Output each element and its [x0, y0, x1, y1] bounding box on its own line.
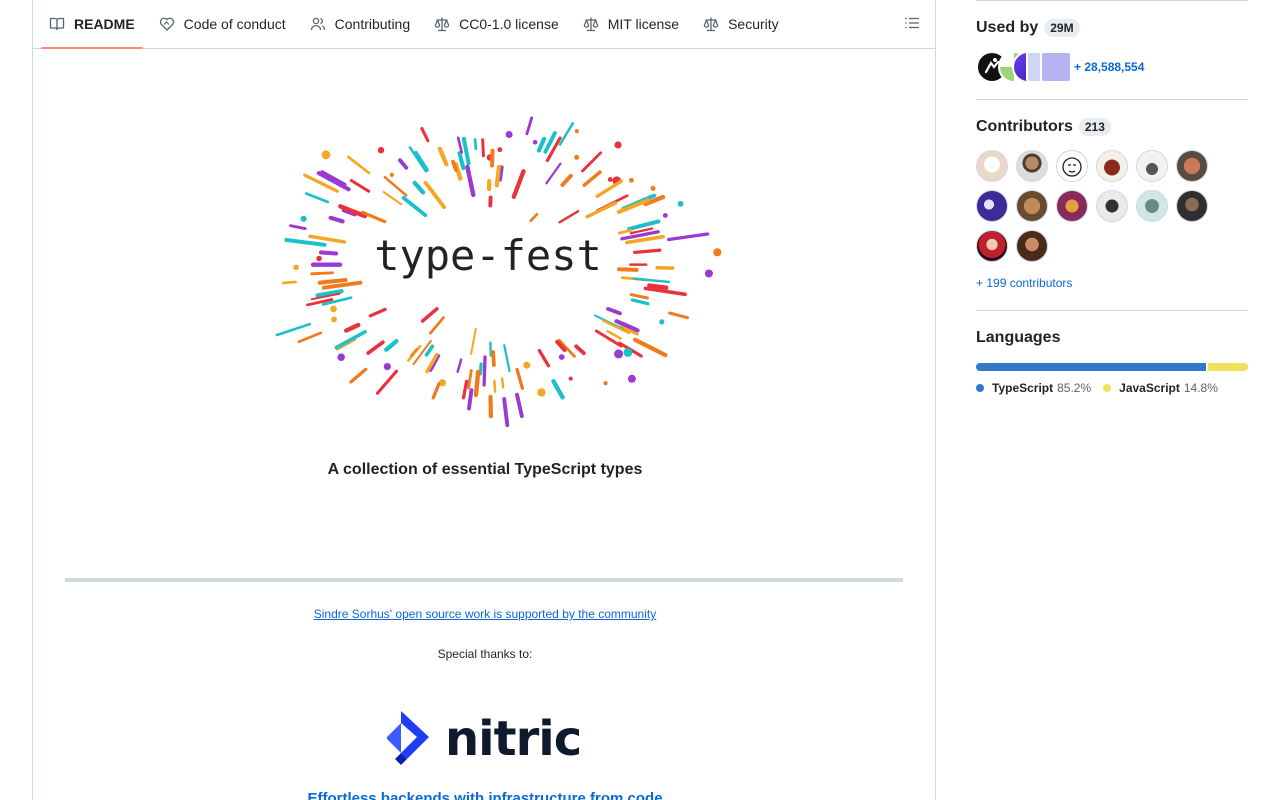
logo-text: type-fest: [374, 231, 602, 280]
tab-cc0-license[interactable]: CC0-1.0 license: [426, 0, 567, 48]
tab-security[interactable]: Security: [695, 0, 787, 48]
avatar[interactable]: [1096, 150, 1128, 182]
tab-label: Contributing: [334, 16, 411, 32]
tab-readme[interactable]: README: [41, 0, 143, 49]
readme-tabbar: README Code of conduct Contributing CC0-…: [33, 0, 935, 49]
readme-tagline: A collection of essential TypeScript typ…: [327, 461, 643, 478]
more-contributors-link[interactable]: + 199 contributors: [976, 276, 1072, 290]
language-bar-segment: [976, 363, 1207, 371]
language-name: TypeScript: [992, 381, 1054, 395]
tab-mit-license[interactable]: MIT license: [575, 0, 687, 48]
support-line: Sindre Sorhus' open source work is suppo…: [33, 607, 935, 621]
readme-panel: README Code of conduct Contributing CC0-…: [32, 0, 936, 800]
support-link[interactable]: Sindre Sorhus' open source work is suppo…: [314, 607, 656, 621]
avatar[interactable]: [1096, 190, 1128, 222]
used-by-section: Used by 29M + 28,588,554: [976, 19, 1248, 83]
contributors-heading[interactable]: Contributors 213: [976, 118, 1248, 136]
avatar[interactable]: [1136, 190, 1168, 222]
nitric-wordmark: nitric: [445, 711, 582, 767]
sidebar-divider: [976, 310, 1248, 311]
horizontal-rule: [65, 578, 903, 582]
languages-section: Languages TypeScript 85.2% JavaScript 14…: [976, 329, 1248, 395]
law-icon: [434, 16, 450, 32]
tab-label: README: [74, 16, 135, 32]
list-unordered-icon: [904, 15, 920, 36]
tab-contributing[interactable]: Contributing: [302, 0, 419, 48]
tab-code-of-conduct[interactable]: Code of conduct: [151, 0, 294, 48]
type-fest-logo: type-fest: [275, 116, 722, 428]
avatar[interactable]: [1176, 190, 1208, 222]
used-by-heading[interactable]: Used by 29M: [976, 19, 1248, 37]
heart-handshake-icon: [159, 16, 175, 32]
nitric-logo-icon: [383, 709, 433, 770]
language-dot: [976, 384, 984, 392]
book-icon: [49, 16, 65, 32]
tab-label: CC0-1.0 license: [459, 16, 559, 32]
contributors-count: 213: [1078, 118, 1111, 136]
language-percent: 14.8%: [1183, 381, 1218, 395]
avatar[interactable]: [976, 230, 1008, 262]
repo-sidebar: Used by 29M + 28,588,554 Contributors 21…: [976, 0, 1248, 395]
law-icon: [703, 16, 719, 32]
avatar[interactable]: [1136, 150, 1168, 182]
tab-label: MIT license: [607, 16, 680, 32]
avatar: [1040, 51, 1072, 83]
avatar[interactable]: [1016, 190, 1048, 222]
language-bar-segment: [1208, 363, 1248, 371]
contributors-title: Contributors: [976, 118, 1073, 135]
used-by-count: 29M: [1044, 19, 1080, 37]
language-list: TypeScript 85.2% JavaScript 14.8%: [976, 381, 1248, 395]
avatar[interactable]: [976, 150, 1008, 182]
avatar[interactable]: [1056, 150, 1088, 182]
languages-title: Languages: [976, 329, 1061, 346]
language-dot: [1103, 384, 1112, 392]
language-typescript[interactable]: TypeScript 85.2%: [976, 381, 1091, 395]
tab-label: Code of conduct: [183, 16, 286, 32]
sponsor-tagline: Effortless backends with infrastructure …: [33, 790, 935, 800]
used-by-avatars[interactable]: [976, 51, 1072, 83]
sidebar-divider: [976, 99, 1248, 100]
tab-label: Security: [728, 16, 779, 32]
sidebar-divider: [976, 0, 1248, 1]
avatar[interactable]: [1016, 230, 1048, 262]
used-by-more-link[interactable]: + 28,588,554: [1074, 60, 1144, 74]
avatar[interactable]: [1016, 150, 1048, 182]
languages-heading: Languages: [976, 329, 1248, 347]
contributor-avatars: [976, 150, 1248, 262]
law-icon: [583, 16, 599, 32]
outline-button[interactable]: [899, 12, 925, 38]
nitric-sponsor-logo[interactable]: nitric: [383, 706, 593, 772]
people-icon: [310, 16, 326, 32]
avatar[interactable]: [976, 190, 1008, 222]
avatar[interactable]: [1176, 150, 1208, 182]
contributors-section: Contributors 213 + 199 contributors: [976, 118, 1248, 292]
language-percent: 85.2%: [1057, 381, 1092, 395]
avatar[interactable]: [1056, 190, 1088, 222]
used-by-title: Used by: [976, 19, 1039, 36]
special-thanks-text: Special thanks to:: [437, 647, 533, 661]
sponsor-tagline-link[interactable]: Effortless backends with infrastructure …: [307, 790, 662, 800]
language-bar: [976, 363, 1248, 371]
language-javascript[interactable]: JavaScript 14.8%: [1103, 381, 1218, 395]
language-name: JavaScript: [1119, 381, 1180, 395]
